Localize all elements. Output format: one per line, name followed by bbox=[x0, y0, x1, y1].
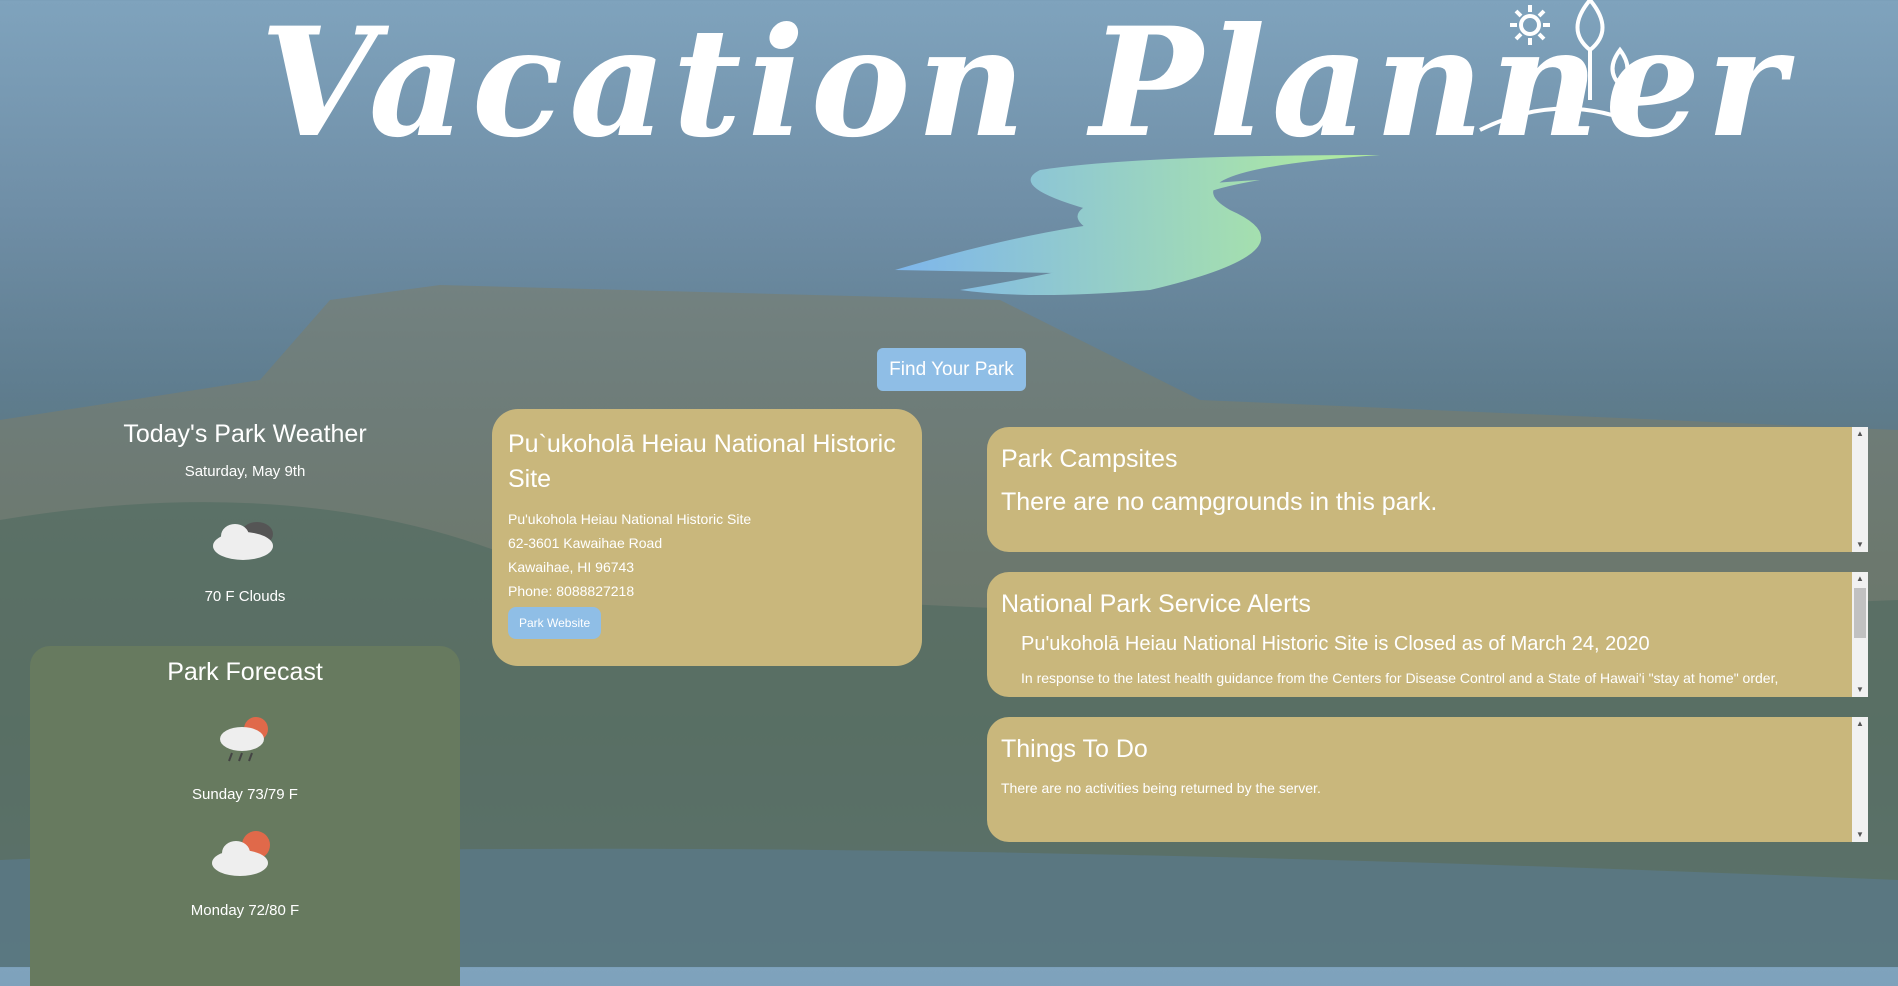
rain-sun-icon bbox=[220, 717, 268, 762]
park-address: Pu'ukohola Heiau National Historic Site … bbox=[508, 507, 906, 603]
park-name: Pu`ukoholā Heiau National Historic Site bbox=[508, 430, 896, 493]
scroll-up-icon[interactable]: ▲ bbox=[1852, 717, 1868, 731]
address-street: 62-3601 Kawaihae Road bbox=[508, 535, 663, 551]
address-name: Pu'ukohola Heiau National Historic Site bbox=[508, 511, 752, 527]
todo-heading: Things To Do bbox=[1001, 735, 1148, 763]
address-city: Kawaihae, HI 96743 bbox=[508, 559, 635, 575]
cloud-sun-icon bbox=[212, 831, 270, 876]
alerts-scrollbar[interactable]: ▲ ▼ bbox=[1852, 572, 1868, 697]
today-weather: Today's Park Weather Saturday, May 9th 7… bbox=[30, 420, 460, 605]
forecast-day: Sunday 73/79 F bbox=[30, 711, 460, 803]
campsites-scrollbar[interactable]: ▲ ▼ bbox=[1852, 427, 1868, 552]
forecast-heading: Park Forecast bbox=[167, 658, 323, 686]
alerts-heading: National Park Service Alerts bbox=[1001, 590, 1311, 618]
weather-heading: Today's Park Weather bbox=[123, 420, 367, 448]
scroll-down-icon[interactable]: ▼ bbox=[1852, 683, 1868, 697]
forecast-label: Monday 72/80 F bbox=[190, 902, 300, 919]
scroll-down-icon[interactable]: ▼ bbox=[1852, 828, 1868, 842]
campsites-heading: Park Campsites bbox=[1001, 445, 1178, 473]
find-your-park-button[interactable]: Find Your Park bbox=[877, 348, 1026, 391]
weather-date: Saturday, May 9th bbox=[184, 463, 306, 480]
campsites-message: There are no campgrounds in this park. bbox=[1001, 488, 1438, 516]
campsites-panel: Park Campsites There are no campgrounds … bbox=[987, 427, 1868, 552]
alert-title: Pu'ukoholā Heiau National Historic Site … bbox=[1021, 633, 1650, 655]
todo-scrollbar[interactable]: ▲ ▼ bbox=[1852, 717, 1868, 842]
park-forecast-panel: Park Forecast Sunday 73/79 F Monday 72/8… bbox=[30, 646, 460, 986]
park-phone: Phone: 8088827218 bbox=[508, 583, 635, 599]
cloud-icon bbox=[213, 522, 273, 560]
park-website-button[interactable]: Park Website bbox=[508, 607, 602, 639]
sun-icon bbox=[1510, 5, 1550, 45]
scroll-up-icon[interactable]: ▲ bbox=[1852, 427, 1868, 441]
tree-hill-icon bbox=[1479, 0, 1641, 132]
forecast-day: Monday 72/80 F bbox=[30, 827, 460, 919]
alerts-panel: National Park Service Alerts Pu'ukoholā … bbox=[987, 572, 1868, 697]
logo-river-graphic bbox=[895, 0, 1641, 295]
things-to-do-panel: Things To Do There are no activities bei… bbox=[987, 717, 1868, 842]
current-temperature: 70 F Clouds bbox=[204, 588, 286, 605]
forecast-label: Sunday 73/79 F bbox=[192, 786, 298, 803]
todo-message: There are no activities being returned b… bbox=[1001, 780, 1321, 796]
vacation-planner-logo: Vacation Planner bbox=[260, 0, 1785, 320]
scroll-thumb[interactable] bbox=[1854, 588, 1866, 638]
scroll-up-icon[interactable]: ▲ bbox=[1852, 572, 1868, 586]
scroll-down-icon[interactable]: ▼ bbox=[1852, 538, 1868, 552]
park-info-card: Pu`ukoholā Heiau National Historic Site … bbox=[492, 409, 922, 666]
alert-body: In response to the latest health guidanc… bbox=[1021, 670, 1779, 686]
